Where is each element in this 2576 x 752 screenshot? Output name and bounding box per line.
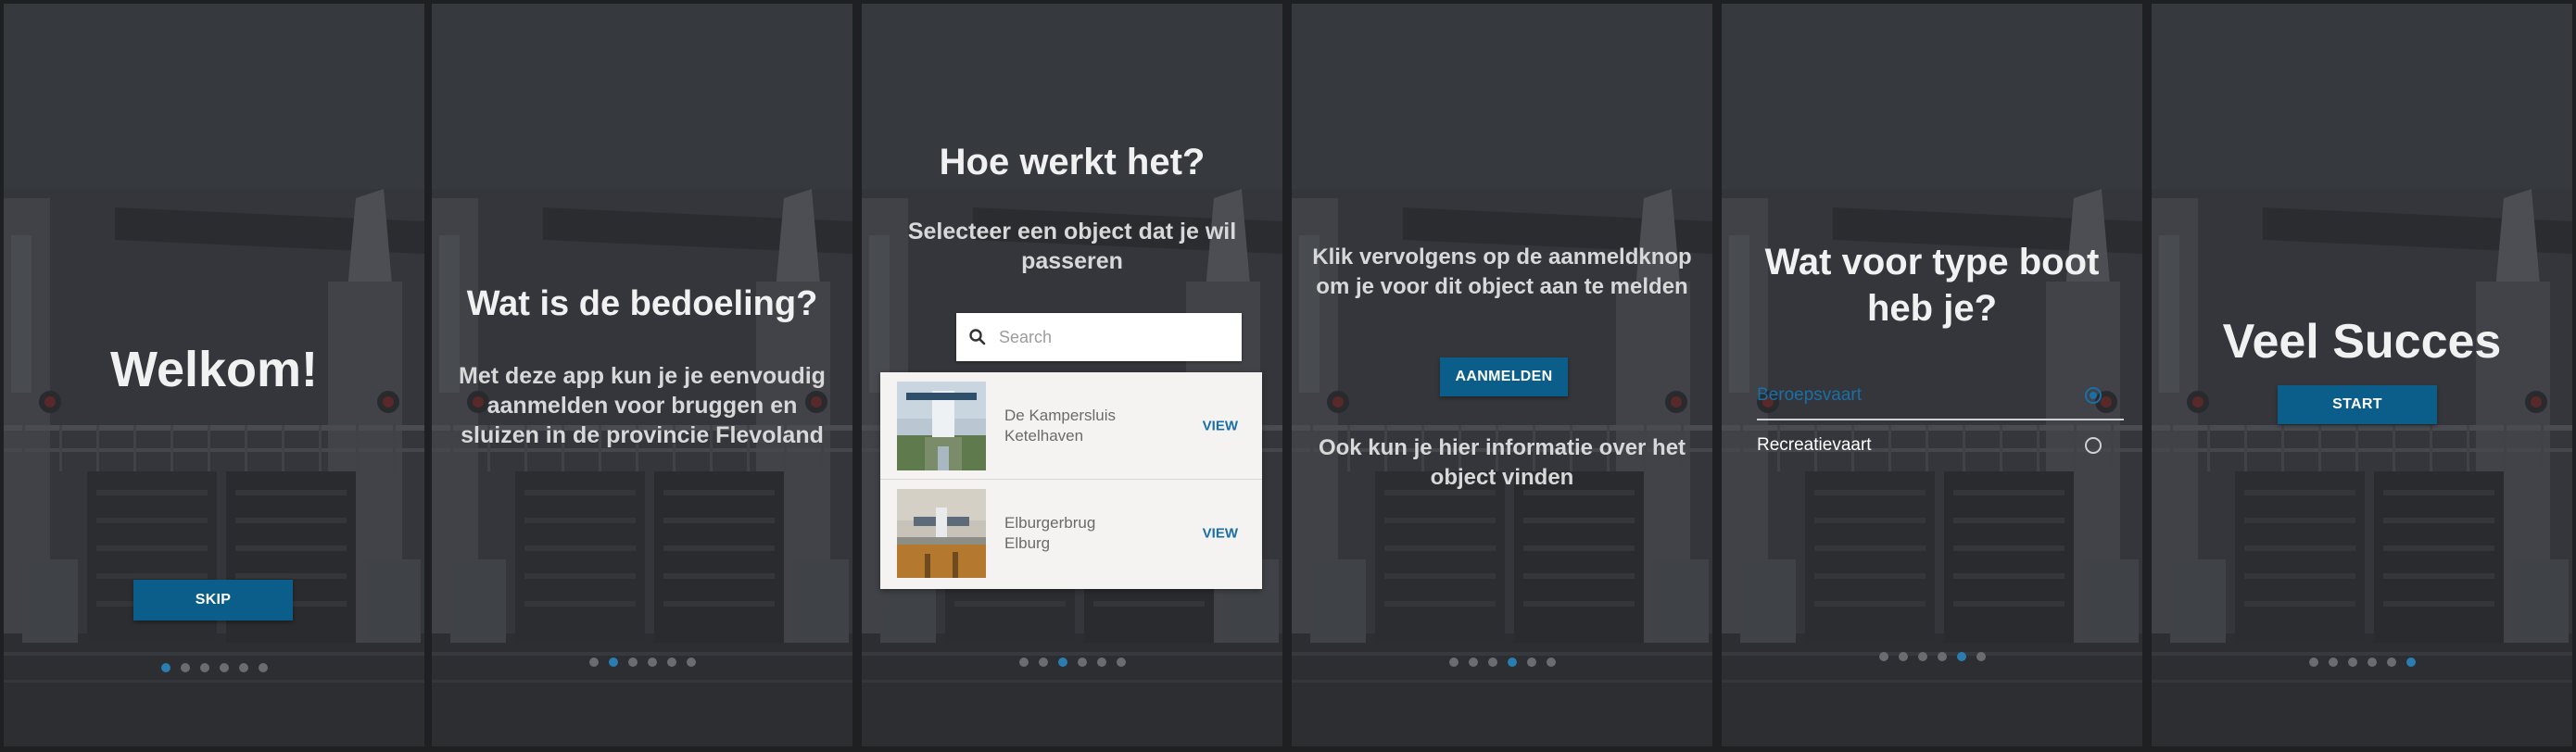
object-list: De Kampersluis Ketelhaven VIEW Elburgerb… (880, 372, 1262, 589)
page-title: Veel Succes (2222, 315, 2502, 369)
object-name: De Kampersluis (1004, 406, 1116, 424)
page-indicator (4, 663, 424, 672)
onboarding-screen-boat-type: Wat voor type boot heb je? Beroepsvaart … (1722, 4, 2142, 746)
page-dot[interactable] (1116, 658, 1126, 667)
page-dot[interactable] (199, 663, 209, 672)
object-name: Elburgerbrug (1004, 514, 1096, 532)
page-dot[interactable] (1038, 658, 1048, 667)
page-dot[interactable] (1468, 658, 1478, 667)
object-location: Ketelhaven (1004, 426, 1084, 445)
onboarding-screen-purpose: Wat is de bedoeling? Met deze app kun je… (432, 4, 852, 746)
page-dot[interactable] (1096, 658, 1106, 667)
search-icon (956, 328, 999, 346)
object-thumbnail (897, 381, 986, 470)
page-dot[interactable] (1487, 658, 1497, 667)
radio-label: Beroepsvaart (1757, 385, 1863, 405)
list-item[interactable]: Elburgerbrug Elburg VIEW (880, 480, 1262, 587)
page-dot-active[interactable] (2406, 658, 2416, 667)
page-dot-active[interactable] (1507, 658, 1517, 667)
page-dot[interactable] (647, 658, 657, 667)
page-dot[interactable] (1077, 658, 1087, 667)
page-dot[interactable] (666, 658, 676, 667)
radio-button-icon[interactable] (2085, 387, 2102, 404)
page-dot[interactable] (2347, 658, 2357, 667)
register-button[interactable]: AANMELDEN (1440, 357, 1568, 396)
view-button[interactable]: VIEW (1203, 418, 1238, 433)
instruction-text: Klik vervolgens op de aanmeldknop om je … (1312, 244, 1692, 299)
page-dot[interactable] (2367, 658, 2377, 667)
page-dot[interactable] (238, 663, 248, 672)
page-title: Welkom! (109, 342, 319, 397)
skip-button[interactable]: SKIP (133, 580, 293, 620)
page-dot[interactable] (1976, 652, 1986, 661)
view-button[interactable]: VIEW (1203, 526, 1238, 542)
page-indicator (432, 658, 852, 667)
divider (1757, 419, 2124, 420)
object-location: Elburg (1004, 534, 1051, 552)
page-dot[interactable] (2308, 658, 2318, 667)
page-dot[interactable] (1878, 652, 1888, 661)
page-title: Wat is de bedoeling? (466, 284, 818, 323)
page-dot[interactable] (1546, 658, 1556, 667)
page-dot[interactable] (258, 663, 268, 672)
page-dot[interactable] (588, 658, 599, 667)
radio-option-beroepsvaart[interactable]: Beroepsvaart (1757, 372, 2107, 419)
page-dot[interactable] (1448, 658, 1458, 667)
info-text: Ook kun je hier informatie over het obje… (1318, 435, 1686, 490)
page-dot-active[interactable] (1956, 652, 1966, 661)
page-indicator (2152, 658, 2572, 667)
radio-label: Recreatievaart (1757, 435, 1872, 455)
page-dot[interactable] (686, 658, 696, 667)
page-dot-active[interactable] (608, 658, 618, 667)
instruction-text: Selecteer een object dat je wil passeren (907, 219, 1237, 274)
page-dot[interactable] (1937, 652, 1947, 661)
page-dot[interactable] (219, 663, 229, 672)
search-input[interactable] (998, 327, 1242, 347)
list-item[interactable]: De Kampersluis Ketelhaven VIEW (880, 372, 1262, 480)
page-dot-active[interactable] (1057, 658, 1067, 667)
page-dot[interactable] (2328, 658, 2338, 667)
radio-option-recreatievaart[interactable]: Recreatievaart (1757, 422, 2107, 469)
object-thumbnail (897, 489, 986, 578)
page-dot[interactable] (180, 663, 190, 672)
onboarding-screen-how: Hoe werkt het? Selecteer een object dat … (862, 4, 1282, 746)
page-dot[interactable] (1018, 658, 1029, 667)
page-indicator (1292, 658, 1712, 667)
page-title: Hoe werkt het? (939, 142, 1206, 182)
page-title: Wat voor type boot heb je? (1764, 242, 2100, 329)
page-indicator (1722, 652, 2142, 661)
page-indicator (862, 658, 1282, 667)
onboarding-screen-welcome: Welkom! SKIP (4, 4, 424, 746)
page-dot[interactable] (1898, 652, 1908, 661)
search-bar[interactable] (956, 313, 1242, 361)
onboarding-screen-finish: Veel Succes START (2152, 4, 2572, 746)
radio-button-icon[interactable] (2085, 437, 2102, 454)
page-dot[interactable] (1917, 652, 1927, 661)
intro-text: Met deze app kun je je eenvoudig aanmeld… (459, 363, 826, 448)
page-dot[interactable] (627, 658, 638, 667)
start-button[interactable]: START (2278, 385, 2437, 424)
onboarding-screen-register: Klik vervolgens op de aanmeldknop om je … (1292, 4, 1712, 746)
page-dot[interactable] (2386, 658, 2396, 667)
page-dot-active[interactable] (160, 663, 170, 672)
page-dot[interactable] (1526, 658, 1536, 667)
